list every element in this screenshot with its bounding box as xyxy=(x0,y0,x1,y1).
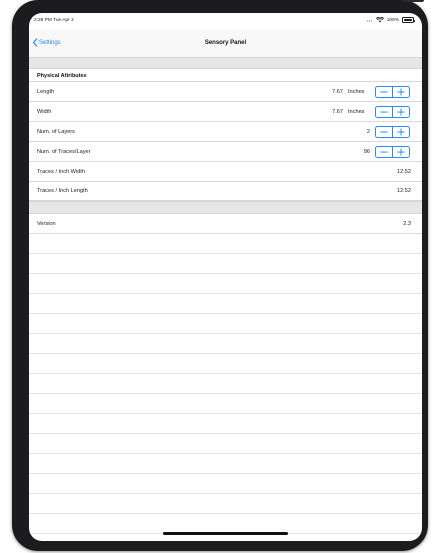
empty-row xyxy=(29,474,422,494)
length-stepper[interactable] xyxy=(375,86,410,98)
increment-button[interactable] xyxy=(392,87,409,97)
row-value: 7.67 xyxy=(332,109,343,115)
group-separator xyxy=(29,58,422,69)
decrement-button[interactable] xyxy=(376,147,392,157)
row-version: Version 2.3 xyxy=(29,214,422,234)
page-title: Sensory Panel xyxy=(204,40,247,46)
empty-row xyxy=(29,294,422,314)
decrement-button[interactable] xyxy=(376,127,392,137)
row-label: Length xyxy=(37,89,55,95)
section-header-label: Physical Attributes xyxy=(37,73,87,79)
increment-button[interactable] xyxy=(392,107,409,117)
navigation-bar: Settings Sensory Panel xyxy=(29,30,422,58)
row-traces-inch-length: Traces / Inch Length 12.52 xyxy=(29,181,422,201)
screen: 2:28 PM Tue Apr 2 ••• 100% Settings Sens… xyxy=(29,13,422,541)
empty-row xyxy=(29,394,422,414)
empty-row xyxy=(29,314,422,334)
empty-row xyxy=(29,274,422,294)
row-unit: Inches xyxy=(348,109,365,115)
row-value: 12.52 xyxy=(397,188,411,194)
version-label: Version xyxy=(37,221,56,227)
row-num-layers: Num. of Layers 2 xyxy=(29,122,422,142)
empty-row xyxy=(29,514,422,534)
row-traces-inch-width: Traces / Inch Width 12.52 xyxy=(29,162,422,182)
row-label: Traces / Inch Length xyxy=(37,188,88,194)
row-value: 2 xyxy=(366,129,370,135)
battery-icon xyxy=(402,17,415,23)
version-value: 2.3 xyxy=(403,221,411,227)
row-length: Length 7.67 Inches xyxy=(29,82,422,102)
home-indicator[interactable] xyxy=(163,532,288,535)
signal-dots: ••• xyxy=(367,17,373,23)
traces-stepper[interactable] xyxy=(375,146,410,158)
status-indicators: ••• 100% xyxy=(367,17,415,23)
empty-row xyxy=(29,414,422,434)
battery-percent: 100% xyxy=(386,17,399,23)
status-time: 2:28 PM Tue Apr 2 xyxy=(34,18,74,23)
status-bar: 2:28 PM Tue Apr 2 ••• 100% xyxy=(29,13,422,30)
empty-row xyxy=(29,334,422,354)
layers-stepper[interactable] xyxy=(375,126,410,138)
row-value: 7.67 xyxy=(332,89,343,95)
empty-row xyxy=(29,254,422,274)
row-width: Width 7.67 Inches xyxy=(29,102,422,122)
empty-row xyxy=(29,454,422,474)
row-label: Width xyxy=(37,109,52,115)
empty-row xyxy=(29,374,422,394)
device-top-button xyxy=(402,0,424,2)
width-stepper[interactable] xyxy=(375,106,410,118)
increment-button[interactable] xyxy=(392,127,409,137)
decrement-button[interactable] xyxy=(376,87,392,97)
row-label: Num. of Layers xyxy=(37,129,75,135)
row-label: Num. of Traces/Layer xyxy=(37,149,91,155)
section-header-physical: Physical Attributes xyxy=(29,69,422,82)
increment-button[interactable] xyxy=(392,147,409,157)
empty-row xyxy=(29,234,422,254)
row-unit: Inches xyxy=(348,89,365,95)
empty-row xyxy=(29,434,422,454)
row-label: Traces / Inch Width xyxy=(37,169,85,175)
empty-row xyxy=(29,494,422,514)
row-value: 12.52 xyxy=(397,169,411,175)
empty-row xyxy=(29,354,422,374)
row-value: 96 xyxy=(363,149,370,155)
group-separator xyxy=(29,201,422,214)
wifi-icon xyxy=(375,17,384,23)
decrement-button[interactable] xyxy=(376,107,392,117)
row-traces-per-layer: Num. of Traces/Layer 96 xyxy=(29,142,422,162)
